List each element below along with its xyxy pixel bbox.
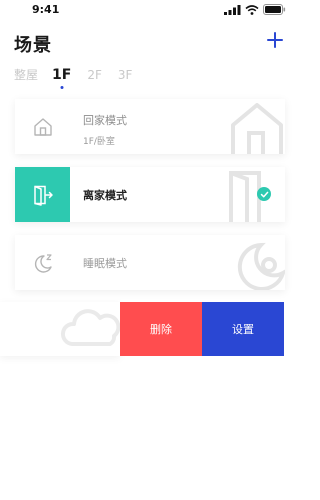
battery-icon <box>263 4 286 15</box>
exit-door-icon <box>33 185 53 206</box>
status-time: 9:41 <box>32 3 60 16</box>
wifi-icon <box>245 4 259 15</box>
tab-1f[interactable]: 1F <box>52 67 71 83</box>
moon-watermark-icon <box>237 242 285 290</box>
home-watermark-icon <box>231 103 283 154</box>
floor-tabs: 整屋 1F 2F 3F <box>14 66 148 83</box>
settings-button[interactable]: 设置 <box>202 302 284 356</box>
scene-card-sleep[interactable]: 睡眠模式 <box>15 235 285 290</box>
scene-card-leave[interactable]: 离家模式 <box>15 167 285 222</box>
home-icon <box>33 117 52 136</box>
scene-name: 睡眠模式 <box>83 257 127 270</box>
tab-whole-house[interactable]: 整屋 <box>14 66 38 83</box>
status-bar: 9:41 <box>0 0 300 20</box>
door-watermark-icon <box>229 171 261 222</box>
cloud-watermark-icon <box>61 309 120 346</box>
moon-sleep-icon <box>34 253 52 273</box>
swiped-scene-row: 删除 设置 <box>0 302 300 356</box>
scene-card-swiped[interactable] <box>0 302 120 356</box>
signal-icon <box>224 4 241 15</box>
delete-button[interactable]: 删除 <box>120 302 202 356</box>
scene-icon-wrap <box>15 167 70 222</box>
add-scene-button[interactable] <box>266 31 284 49</box>
scene-icon-wrap <box>15 235 70 290</box>
scene-name: 回家模式 <box>83 114 127 127</box>
scene-icon-wrap <box>15 99 70 154</box>
page-title: 场景 <box>14 35 52 56</box>
tab-2f[interactable]: 2F <box>87 68 102 82</box>
selected-check-icon <box>257 187 271 201</box>
tab-3f[interactable]: 3F <box>118 68 133 82</box>
scene-name: 离家模式 <box>83 189 127 202</box>
scene-card-home[interactable]: 回家模式 1F/卧室 <box>15 99 285 154</box>
status-icons <box>224 4 286 15</box>
scene-room: 1F/卧室 <box>83 137 115 147</box>
